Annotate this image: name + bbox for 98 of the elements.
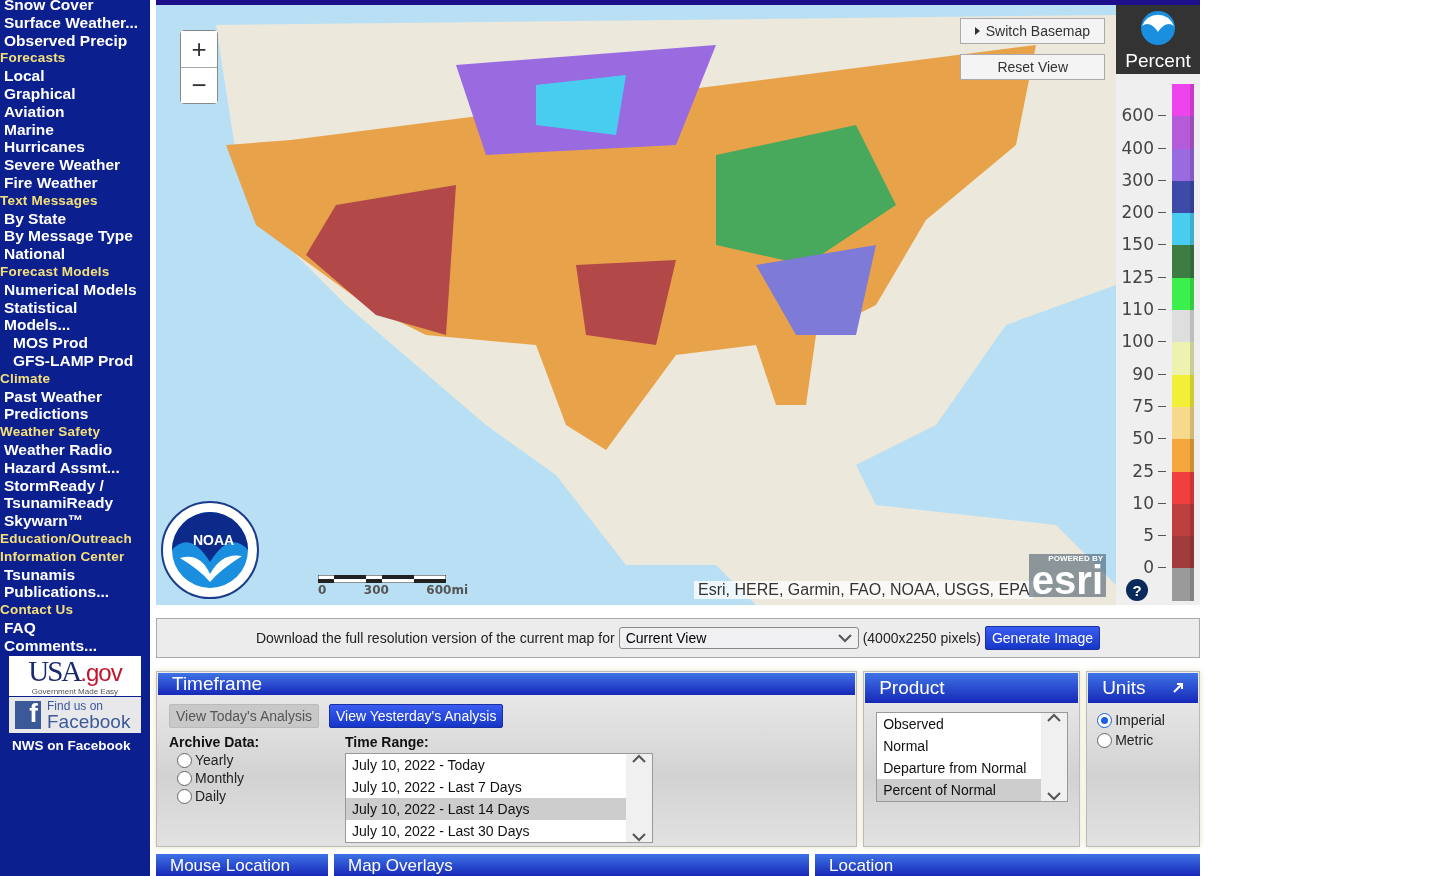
sidebar-link[interactable]: GFS-LAMP Prod [0, 351, 150, 370]
list-option[interactable]: Normal [877, 735, 1042, 757]
sidebar-link[interactable]: MOS Prod [0, 334, 150, 352]
scale-label: 300 [363, 583, 389, 597]
reset-view-button[interactable]: Reset View [960, 54, 1105, 80]
sidebar-link[interactable]: Numerical Models [0, 280, 150, 299]
legend-label: 100 [1120, 332, 1154, 352]
sidebar-link[interactable]: Aviation [0, 102, 150, 121]
sidebar-link[interactable]: Models... [0, 316, 150, 335]
legend-label: 200 [1120, 203, 1154, 223]
legend-label: 300 [1120, 170, 1154, 190]
chevron-down-icon[interactable] [1047, 792, 1062, 801]
sidebar-link[interactable]: Predictions [0, 405, 150, 424]
sidebar-link[interactable]: StormReady / [0, 476, 150, 495]
sidebar-link[interactable]: By Message Type [0, 227, 150, 246]
chevron-down-icon[interactable] [837, 633, 852, 643]
sidebar-section-heading[interactable]: Forecasts [0, 49, 150, 68]
panel-title: Mouse Location [156, 854, 328, 876]
list-option[interactable]: July 10, 2022 - Last 14 Days [346, 798, 626, 820]
analysis-button[interactable]: View Today's Analysis [169, 704, 319, 728]
triangle-icon [974, 27, 980, 35]
legend-label: 600 [1120, 106, 1154, 126]
sidebar-link[interactable]: Tsunamis [0, 565, 150, 584]
sidebar-link[interactable]: Local [0, 67, 150, 85]
scale-label: 600mi [426, 583, 468, 597]
sidebar-section-heading[interactable]: Education/Outreach [0, 529, 150, 548]
legend-label: 125 [1120, 267, 1154, 287]
sidebar-link[interactable]: Skywarn™ [0, 512, 150, 530]
legend-label: 5 [1142, 526, 1154, 546]
analysis-button[interactable]: View Yesterday's Analysis [329, 704, 504, 728]
legend-label: 110 [1120, 300, 1154, 320]
legend-label: 25 [1131, 461, 1154, 481]
sidebar-link[interactable]: TsunamiReady [0, 494, 150, 513]
panel-title: Timeframe [158, 673, 856, 695]
legend-title: Percent [1125, 50, 1191, 72]
panel-title: Product [865, 673, 1079, 703]
help-button[interactable]: ? [1126, 579, 1148, 601]
legend-label: 400 [1120, 138, 1154, 158]
sidebar-link[interactable]: Comments... [0, 636, 150, 655]
usa-gov-logo[interactable]: USA.gov Government Made Easy [9, 656, 141, 697]
panel-title: Location [815, 854, 1200, 876]
sidebar-link[interactable]: By State [0, 209, 150, 228]
sidebar-link[interactable]: Severe Weather [0, 156, 150, 174]
generate-image-button[interactable]: Generate Image [984, 626, 1101, 650]
legend-label: 10 [1131, 493, 1154, 513]
sidebar-link[interactable]: Observed Precip [0, 31, 150, 50]
legend-label: 50 [1131, 429, 1154, 449]
sidebar-link[interactable]: Publications... [0, 583, 150, 602]
noaa-logo-text: NOAA [193, 532, 235, 548]
sidebar-link[interactable]: Weather Radio [0, 440, 150, 459]
chevron-up-icon[interactable] [1047, 713, 1062, 722]
sidebar-link[interactable]: National [0, 245, 150, 263]
sidebar-section-heading[interactable]: Climate [0, 369, 150, 388]
switch-basemap-button[interactable]: Switch Basemap [959, 18, 1105, 44]
sidebar-link[interactable]: Fire Weather [0, 173, 150, 192]
units-radio[interactable]: Imperial [1091, 712, 1195, 728]
archive-radio[interactable]: Monthly [169, 770, 317, 786]
sidebar-link[interactable]: FAQ [0, 618, 150, 637]
facebook-link[interactable]: NWS on Facebook [0, 733, 150, 754]
sidebar-link[interactable]: Past Weather [0, 387, 150, 406]
panel-title: Map Overlays [334, 854, 809, 876]
archive-data-label: Archive Data: [169, 734, 261, 750]
sidebar-link[interactable]: Graphical [0, 85, 150, 103]
sidebar-section-heading[interactable]: Weather Safety [0, 423, 150, 441]
units-radio[interactable]: Metric [1091, 732, 1195, 748]
archive-radio[interactable]: Yearly [169, 752, 317, 768]
sidebar-link[interactable]: Marine [0, 120, 150, 139]
time-range-label: Time Range: [345, 734, 430, 750]
legend-label: 150 [1120, 235, 1154, 255]
legend-label: 0 [1142, 558, 1154, 578]
archive-radio[interactable]: Daily [169, 788, 317, 804]
zoom-out-button[interactable]: − [181, 67, 217, 103]
sidebar-section-heading[interactable]: Text Messages [0, 191, 150, 210]
legend-label: 75 [1131, 396, 1154, 416]
sidebar-section-heading[interactable]: Forecast Models [0, 262, 150, 281]
list-option[interactable]: July 10, 2022 - Last 7 Days [346, 776, 626, 798]
map-extent-dropdown[interactable]: Current View [618, 627, 859, 649]
sidebar-section-heading[interactable]: Information Center [0, 547, 150, 566]
scale-label: 0 [318, 583, 327, 597]
expand-icon[interactable] [1172, 682, 1184, 694]
sidebar-section-heading[interactable]: Contact Us [0, 601, 150, 619]
chevron-up-icon[interactable] [632, 754, 646, 763]
sidebar-link[interactable]: Surface Weather... [0, 13, 150, 32]
image-size-text: (4000x2250 pixels) [862, 630, 981, 646]
sidebar-link[interactable]: Hazard Assmt... [0, 458, 150, 477]
legend-label: 90 [1131, 364, 1154, 384]
sidebar-link[interactable]: Hurricanes [0, 138, 150, 157]
download-text: Download the full resolution version of the current map for [255, 630, 615, 646]
sidebar-link[interactable]: Statistical [0, 298, 150, 317]
list-option[interactable]: Departure from Normal [877, 757, 1042, 779]
list-option[interactable]: July 10, 2022 - Last 30 Days [346, 820, 626, 842]
noaa-logo [1140, 10, 1176, 46]
panel-title: Units [1102, 677, 1146, 699]
map-attribution: Esri, HERE, Garmin, FAO, NOAA, USGS, EPA [694, 581, 1034, 599]
chevron-down-icon[interactable] [632, 833, 646, 842]
list-option[interactable]: Observed [877, 713, 1042, 735]
list-option[interactable]: July 10, 2022 - Today [346, 754, 626, 776]
list-option[interactable]: Percent of Normal [877, 779, 1042, 801]
